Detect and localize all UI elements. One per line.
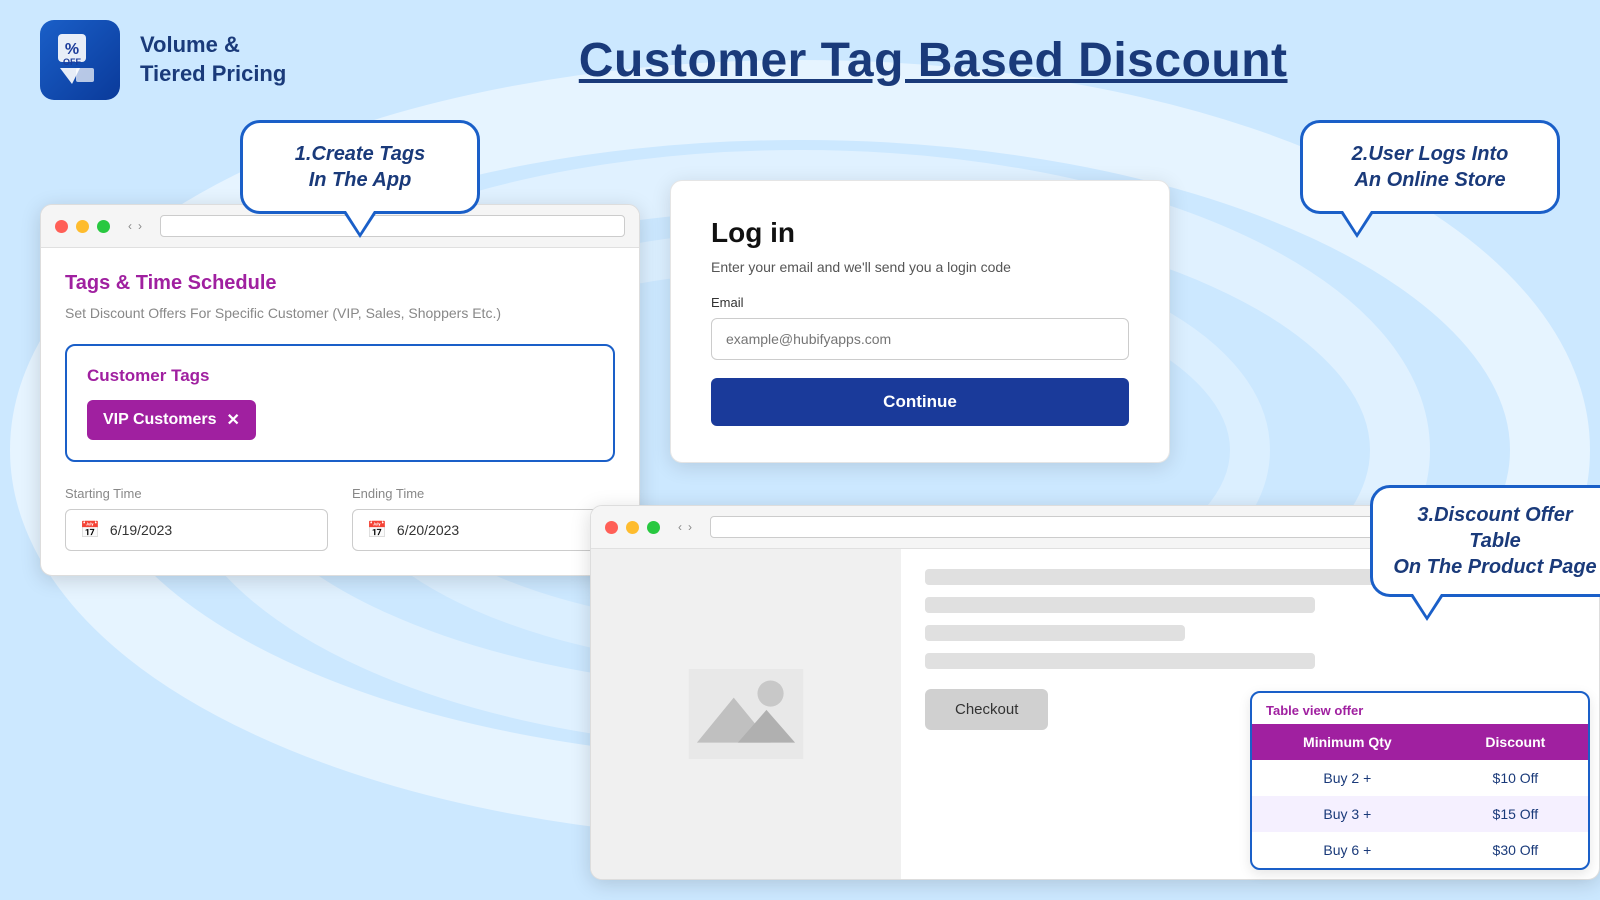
logo: % OFF bbox=[40, 20, 120, 100]
skeleton-3 bbox=[925, 625, 1185, 641]
nav-back[interactable]: ‹ bbox=[128, 219, 132, 233]
nav-back-2[interactable]: ‹ bbox=[678, 520, 682, 534]
logo-line1: Volume & bbox=[140, 31, 286, 60]
starting-time-field: Starting Time 📅 6/19/2023 bbox=[65, 486, 328, 551]
login-subtitle: Enter your email and we'll send you a lo… bbox=[711, 259, 1129, 275]
svg-text:%: % bbox=[65, 41, 79, 58]
window-body: Tags & Time Schedule Set Discount Offers… bbox=[41, 248, 639, 575]
row3-discount: $30 Off bbox=[1443, 832, 1588, 868]
bubble2-text: 2.User Logs IntoAn Online Store bbox=[1327, 141, 1533, 193]
row1-qty: Buy 2 + bbox=[1252, 760, 1443, 796]
bottom-window-wrap: 3.Discount Offer TableOn The Product Pag… bbox=[590, 505, 1600, 880]
speech-bubble-1: 1.Create TagsIn The App bbox=[240, 120, 480, 214]
product-right: Checkout Table view offer Minimum Qty Di… bbox=[901, 549, 1599, 879]
app-window: ‹ › Tags & Time Schedule Set Discount Of… bbox=[40, 204, 640, 576]
table-row: Buy 3 + $15 Off bbox=[1252, 796, 1588, 832]
url-bar bbox=[160, 215, 625, 237]
login-title: Log in bbox=[711, 217, 1129, 249]
dot-yellow-2 bbox=[626, 521, 639, 534]
discount-table-wrap: Table view offer Minimum Qty Discount bbox=[1250, 691, 1590, 870]
header: % OFF Volume & Tiered Pricing Customer T… bbox=[0, 0, 1600, 120]
tag-remove-icon[interactable]: ✕ bbox=[227, 410, 240, 430]
customer-tags-label: Customer Tags bbox=[87, 366, 593, 386]
vip-tag-chip[interactable]: VIP Customers ✕ bbox=[87, 400, 256, 440]
dot-red bbox=[55, 220, 68, 233]
skeleton-1 bbox=[925, 569, 1445, 585]
svg-text:OFF: OFF bbox=[63, 57, 81, 67]
window-nav: ‹ › bbox=[128, 219, 142, 233]
calendar-icon-start: 📅 bbox=[80, 520, 100, 540]
page-title: Customer Tag Based Discount bbox=[306, 33, 1560, 88]
product-window-nav: ‹ › bbox=[678, 520, 692, 534]
email-label: Email bbox=[711, 295, 1129, 310]
tag-chip-label: VIP Customers bbox=[103, 411, 217, 429]
continue-button[interactable]: Continue bbox=[711, 378, 1129, 426]
product-body: Checkout Table view offer Minimum Qty Di… bbox=[591, 549, 1599, 879]
checkout-button[interactable]: Checkout bbox=[925, 689, 1048, 730]
login-panel: Log in Enter your email and we'll send y… bbox=[670, 180, 1170, 463]
col-discount: Discount bbox=[1443, 724, 1588, 760]
main-area: 1.Create TagsIn The App ‹ › Tags & Time … bbox=[0, 120, 1600, 900]
table-offer-label: Table view offer bbox=[1252, 693, 1588, 724]
bubble3-text: 3.Discount Offer TableOn The Product Pag… bbox=[1393, 502, 1597, 580]
product-placeholder-image bbox=[686, 669, 806, 759]
discount-table: Minimum Qty Discount Buy 2 + $10 Off bbox=[1252, 724, 1588, 868]
speech-bubble-3: 3.Discount Offer TableOn The Product Pag… bbox=[1370, 485, 1600, 597]
speech-bubble-2: 2.User Logs IntoAn Online Store bbox=[1300, 120, 1560, 214]
dot-green-2 bbox=[647, 521, 660, 534]
starting-time-label: Starting Time bbox=[65, 486, 328, 501]
row3-qty: Buy 6 + bbox=[1252, 832, 1443, 868]
nav-forward[interactable]: › bbox=[138, 219, 142, 233]
ending-time-input[interactable]: 📅 6/20/2023 bbox=[352, 509, 615, 551]
ending-time-label: Ending Time bbox=[352, 486, 615, 501]
right-panel: 2.User Logs IntoAn Online Store Log in E… bbox=[670, 120, 1560, 900]
col-min-qty: Minimum Qty bbox=[1252, 724, 1443, 760]
skeleton-2 bbox=[925, 597, 1315, 613]
left-panel: 1.Create TagsIn The App ‹ › Tags & Time … bbox=[40, 120, 640, 900]
skeleton-4 bbox=[925, 653, 1315, 669]
time-row: Starting Time 📅 6/19/2023 Ending Time 📅 … bbox=[65, 486, 615, 551]
row1-discount: $10 Off bbox=[1443, 760, 1588, 796]
starting-time-value: 6/19/2023 bbox=[110, 522, 172, 538]
dot-green bbox=[97, 220, 110, 233]
tags-area: VIP Customers ✕ bbox=[87, 400, 593, 440]
customer-tags-box: Customer Tags VIP Customers ✕ bbox=[65, 344, 615, 462]
logo-line2: Tiered Pricing bbox=[140, 60, 286, 89]
dot-yellow bbox=[76, 220, 89, 233]
table-row: Buy 2 + $10 Off bbox=[1252, 760, 1588, 796]
product-image-area bbox=[591, 549, 901, 879]
starting-time-input[interactable]: 📅 6/19/2023 bbox=[65, 509, 328, 551]
nav-forward-2[interactable]: › bbox=[688, 520, 692, 534]
section-title: Tags & Time Schedule bbox=[65, 272, 615, 295]
dot-red-2 bbox=[605, 521, 618, 534]
ending-time-field: Ending Time 📅 6/20/2023 bbox=[352, 486, 615, 551]
row2-discount: $15 Off bbox=[1443, 796, 1588, 832]
email-input[interactable] bbox=[711, 318, 1129, 360]
calendar-icon-end: 📅 bbox=[367, 520, 387, 540]
row2-qty: Buy 3 + bbox=[1252, 796, 1443, 832]
section-subtitle: Set Discount Offers For Specific Custome… bbox=[65, 303, 615, 324]
discount-table-header: Minimum Qty Discount bbox=[1252, 724, 1588, 760]
table-row: Buy 6 + $30 Off bbox=[1252, 832, 1588, 868]
discount-table-body: Buy 2 + $10 Off Buy 3 + $15 Off bbox=[1252, 760, 1588, 868]
ending-time-value: 6/20/2023 bbox=[397, 522, 459, 538]
logo-text: Volume & Tiered Pricing bbox=[140, 31, 286, 88]
bubble1-text: 1.Create TagsIn The App bbox=[271, 141, 449, 193]
